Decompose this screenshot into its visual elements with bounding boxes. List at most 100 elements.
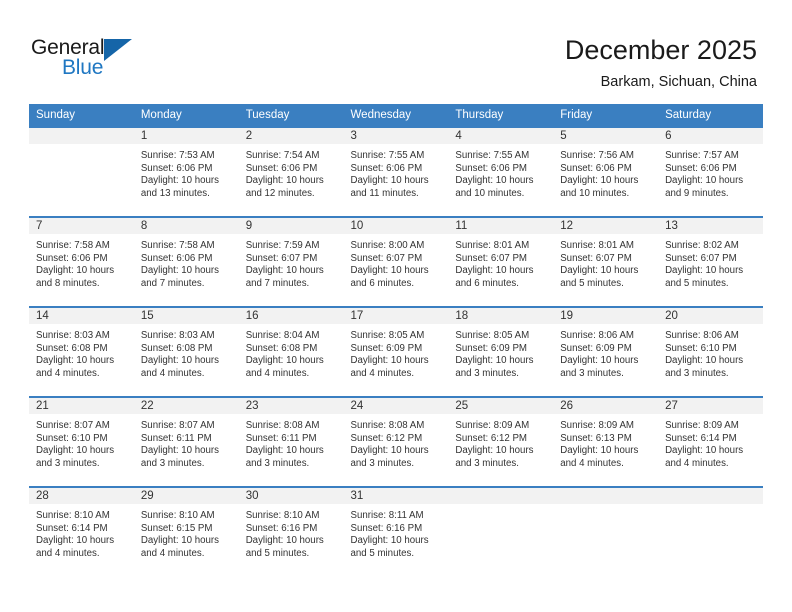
daylight-text-line2: and 9 minutes.: [665, 187, 729, 199]
day-number: 7: [29, 218, 134, 234]
sunset-text: Sunset: 6:16 PM: [245, 522, 318, 534]
sunrise-text: Sunrise: 8:05 AM: [455, 330, 530, 341]
day-cell[interactable]: 4 Sunrise: 7:55 AM Sunset: 6:06 PM Dayli…: [448, 126, 554, 217]
day-details: Sunrise: 7:53 AM Sunset: 6:06 PM Dayligh…: [134, 144, 239, 200]
sunrise-text: Sunrise: 8:01 AM: [560, 240, 634, 251]
day-number: 24: [343, 398, 449, 414]
sunrise-text: Sunrise: 7:57 AM: [665, 150, 739, 161]
sunrise-text: Sunrise: 8:11 AM: [350, 510, 424, 521]
day-number: 10: [343, 218, 449, 234]
sunset-text: Sunset: 6:07 PM: [350, 252, 423, 264]
day-cell[interactable]: 27 Sunrise: 8:09 AM Sunset: 6:14 PM Dayl…: [658, 396, 763, 487]
day-cell[interactable]: 29 Sunrise: 8:10 AM Sunset: 6:15 PM Dayl…: [133, 486, 239, 577]
sunset-text: Sunset: 6:07 PM: [455, 252, 527, 264]
day-number: 31: [343, 488, 449, 504]
day-details: Sunrise: 8:10 AM Sunset: 6:14 PM Dayligh…: [29, 504, 134, 560]
daylight-text-line1: Daylight: 10 hours: [140, 265, 219, 277]
day-cell[interactable]: 10 Sunrise: 8:00 AM Sunset: 6:07 PM Dayl…: [343, 216, 449, 307]
sunrise-text: Sunrise: 7:54 AM: [245, 150, 320, 161]
sunrise-text: Sunrise: 8:10 AM: [36, 510, 110, 521]
sunset-text: Sunset: 6:08 PM: [36, 342, 108, 354]
sunrise-text: Sunrise: 8:08 AM: [350, 420, 425, 431]
day-cell[interactable]: 31 Sunrise: 8:11 AM Sunset: 6:16 PM Dayl…: [343, 486, 449, 577]
daylight-text-line1: Daylight: 10 hours: [350, 445, 429, 457]
day-cell[interactable]: 2 Sunrise: 7:54 AM Sunset: 6:06 PM Dayli…: [238, 126, 344, 217]
day-cell[interactable]: 15 Sunrise: 8:03 AM Sunset: 6:08 PM Dayl…: [133, 306, 239, 397]
daylight-text-line2: and 3 minutes.: [140, 457, 205, 469]
day-cell[interactable]: 24 Sunrise: 8:08 AM Sunset: 6:12 PM Dayl…: [343, 396, 449, 487]
day-cell[interactable]: 30 Sunrise: 8:10 AM Sunset: 6:16 PM Dayl…: [238, 486, 344, 577]
day-cell[interactable]: 6 Sunrise: 7:57 AM Sunset: 6:06 PM Dayli…: [658, 126, 763, 217]
day-cell[interactable]: 28 Sunrise: 8:10 AM Sunset: 6:14 PM Dayl…: [29, 486, 134, 577]
sunrise-text: Sunrise: 8:00 AM: [350, 240, 425, 251]
day-details: Sunrise: 8:07 AM Sunset: 6:11 PM Dayligh…: [134, 414, 239, 470]
sunset-text: Sunset: 6:10 PM: [36, 432, 108, 444]
daylight-text-line1: Daylight: 10 hours: [140, 175, 219, 187]
general-blue-logo[interactable]: General Blue: [31, 36, 171, 84]
daylight-text-line1: Daylight: 10 hours: [665, 445, 744, 457]
daylight-text-line1: Daylight: 10 hours: [455, 265, 534, 277]
daylight-text-line2: and 5 minutes.: [665, 277, 729, 289]
sunrise-text: Sunrise: 8:04 AM: [245, 330, 320, 341]
day-cell[interactable]: 16 Sunrise: 8:04 AM Sunset: 6:08 PM Dayl…: [238, 306, 344, 397]
day-cell[interactable]: [29, 126, 134, 217]
sunrise-text: Sunrise: 7:58 AM: [36, 240, 110, 251]
day-cell[interactable]: 17 Sunrise: 8:05 AM Sunset: 6:09 PM Dayl…: [343, 306, 449, 397]
day-cell[interactable]: 14 Sunrise: 8:03 AM Sunset: 6:08 PM Dayl…: [29, 306, 134, 397]
day-cell[interactable]: 11 Sunrise: 8:01 AM Sunset: 6:07 PM Dayl…: [448, 216, 554, 307]
day-number: 15: [133, 308, 239, 324]
day-details: Sunrise: 8:11 AM Sunset: 6:16 PM Dayligh…: [344, 504, 449, 560]
calendar-grid: Sunday Monday Tuesday Wednesday Thursday…: [29, 104, 763, 577]
weekday-header-friday: Friday: [553, 104, 659, 127]
day-cell[interactable]: 8 Sunrise: 7:58 AM Sunset: 6:06 PM Dayli…: [133, 216, 239, 307]
day-details: Sunrise: 7:54 AM Sunset: 6:06 PM Dayligh…: [239, 144, 344, 200]
daylight-text-line2: and 3 minutes.: [245, 457, 310, 469]
day-cell[interactable]: 20 Sunrise: 8:06 AM Sunset: 6:10 PM Dayl…: [658, 306, 763, 397]
daylight-text-line2: and 10 minutes.: [455, 187, 525, 199]
day-cell[interactable]: 18 Sunrise: 8:05 AM Sunset: 6:09 PM Dayl…: [448, 306, 554, 397]
daylight-text-line2: and 3 minutes.: [560, 367, 624, 379]
daylight-text-line1: Daylight: 10 hours: [560, 175, 639, 187]
calendar-week-row: 14 Sunrise: 8:03 AM Sunset: 6:08 PM Dayl…: [29, 306, 763, 397]
day-number: 5: [553, 128, 659, 144]
sunset-text: Sunset: 6:06 PM: [350, 162, 423, 174]
day-details: Sunrise: 7:57 AM Sunset: 6:06 PM Dayligh…: [658, 144, 763, 200]
sunrise-text: Sunrise: 8:05 AM: [350, 330, 425, 341]
sunrise-text: Sunrise: 7:53 AM: [140, 150, 215, 161]
day-cell[interactable]: 1 Sunrise: 7:53 AM Sunset: 6:06 PM Dayli…: [133, 126, 239, 217]
sunrise-text: Sunrise: 7:56 AM: [560, 150, 634, 161]
daylight-text-line2: and 5 minutes.: [560, 277, 624, 289]
sunrise-text: Sunrise: 8:06 AM: [560, 330, 634, 341]
day-details: Sunrise: 8:05 AM Sunset: 6:09 PM Dayligh…: [448, 324, 553, 380]
day-number: 1: [133, 128, 239, 144]
day-number: 11: [448, 218, 554, 234]
day-details: Sunrise: 7:56 AM Sunset: 6:06 PM Dayligh…: [553, 144, 658, 200]
day-cell[interactable]: 25 Sunrise: 8:09 AM Sunset: 6:12 PM Dayl…: [448, 396, 554, 487]
calendar-table: Sunday Monday Tuesday Wednesday Thursday…: [29, 104, 763, 577]
sunset-text: Sunset: 6:06 PM: [36, 252, 108, 264]
daylight-text-line1: Daylight: 10 hours: [140, 535, 219, 547]
sunrise-text: Sunrise: 7:55 AM: [350, 150, 425, 161]
location-subtitle: Barkam, Sichuan, China: [600, 74, 757, 90]
day-number: 19: [553, 308, 659, 324]
day-cell[interactable]: 26 Sunrise: 8:09 AM Sunset: 6:13 PM Dayl…: [553, 396, 659, 487]
day-cell[interactable]: 23 Sunrise: 8:08 AM Sunset: 6:11 PM Dayl…: [238, 396, 344, 487]
daylight-text-line2: and 3 minutes.: [665, 367, 729, 379]
day-cell[interactable]: 21 Sunrise: 8:07 AM Sunset: 6:10 PM Dayl…: [29, 396, 134, 487]
day-details: Sunrise: 8:01 AM Sunset: 6:07 PM Dayligh…: [448, 234, 553, 290]
sunrise-text: Sunrise: 8:07 AM: [36, 420, 110, 431]
day-cell[interactable]: 22 Sunrise: 8:07 AM Sunset: 6:11 PM Dayl…: [133, 396, 239, 487]
daylight-text-line1: Daylight: 10 hours: [36, 355, 115, 367]
day-number: 27: [658, 398, 763, 414]
day-details: Sunrise: 8:02 AM Sunset: 6:07 PM Dayligh…: [658, 234, 763, 290]
day-cell[interactable]: 12 Sunrise: 8:01 AM Sunset: 6:07 PM Dayl…: [553, 216, 659, 307]
day-cell[interactable]: 13 Sunrise: 8:02 AM Sunset: 6:07 PM Dayl…: [658, 216, 763, 307]
day-cell[interactable]: 3 Sunrise: 7:55 AM Sunset: 6:06 PM Dayli…: [343, 126, 449, 217]
day-cell[interactable]: 19 Sunrise: 8:06 AM Sunset: 6:09 PM Dayl…: [553, 306, 659, 397]
day-cell[interactable]: 5 Sunrise: 7:56 AM Sunset: 6:06 PM Dayli…: [553, 126, 659, 217]
day-details: Sunrise: 8:08 AM Sunset: 6:11 PM Dayligh…: [239, 414, 344, 470]
day-details: Sunrise: 8:09 AM Sunset: 6:14 PM Dayligh…: [658, 414, 763, 470]
day-number: [658, 488, 763, 504]
day-cell[interactable]: 9 Sunrise: 7:59 AM Sunset: 6:07 PM Dayli…: [238, 216, 344, 307]
day-cell[interactable]: 7 Sunrise: 7:58 AM Sunset: 6:06 PM Dayli…: [29, 216, 134, 307]
